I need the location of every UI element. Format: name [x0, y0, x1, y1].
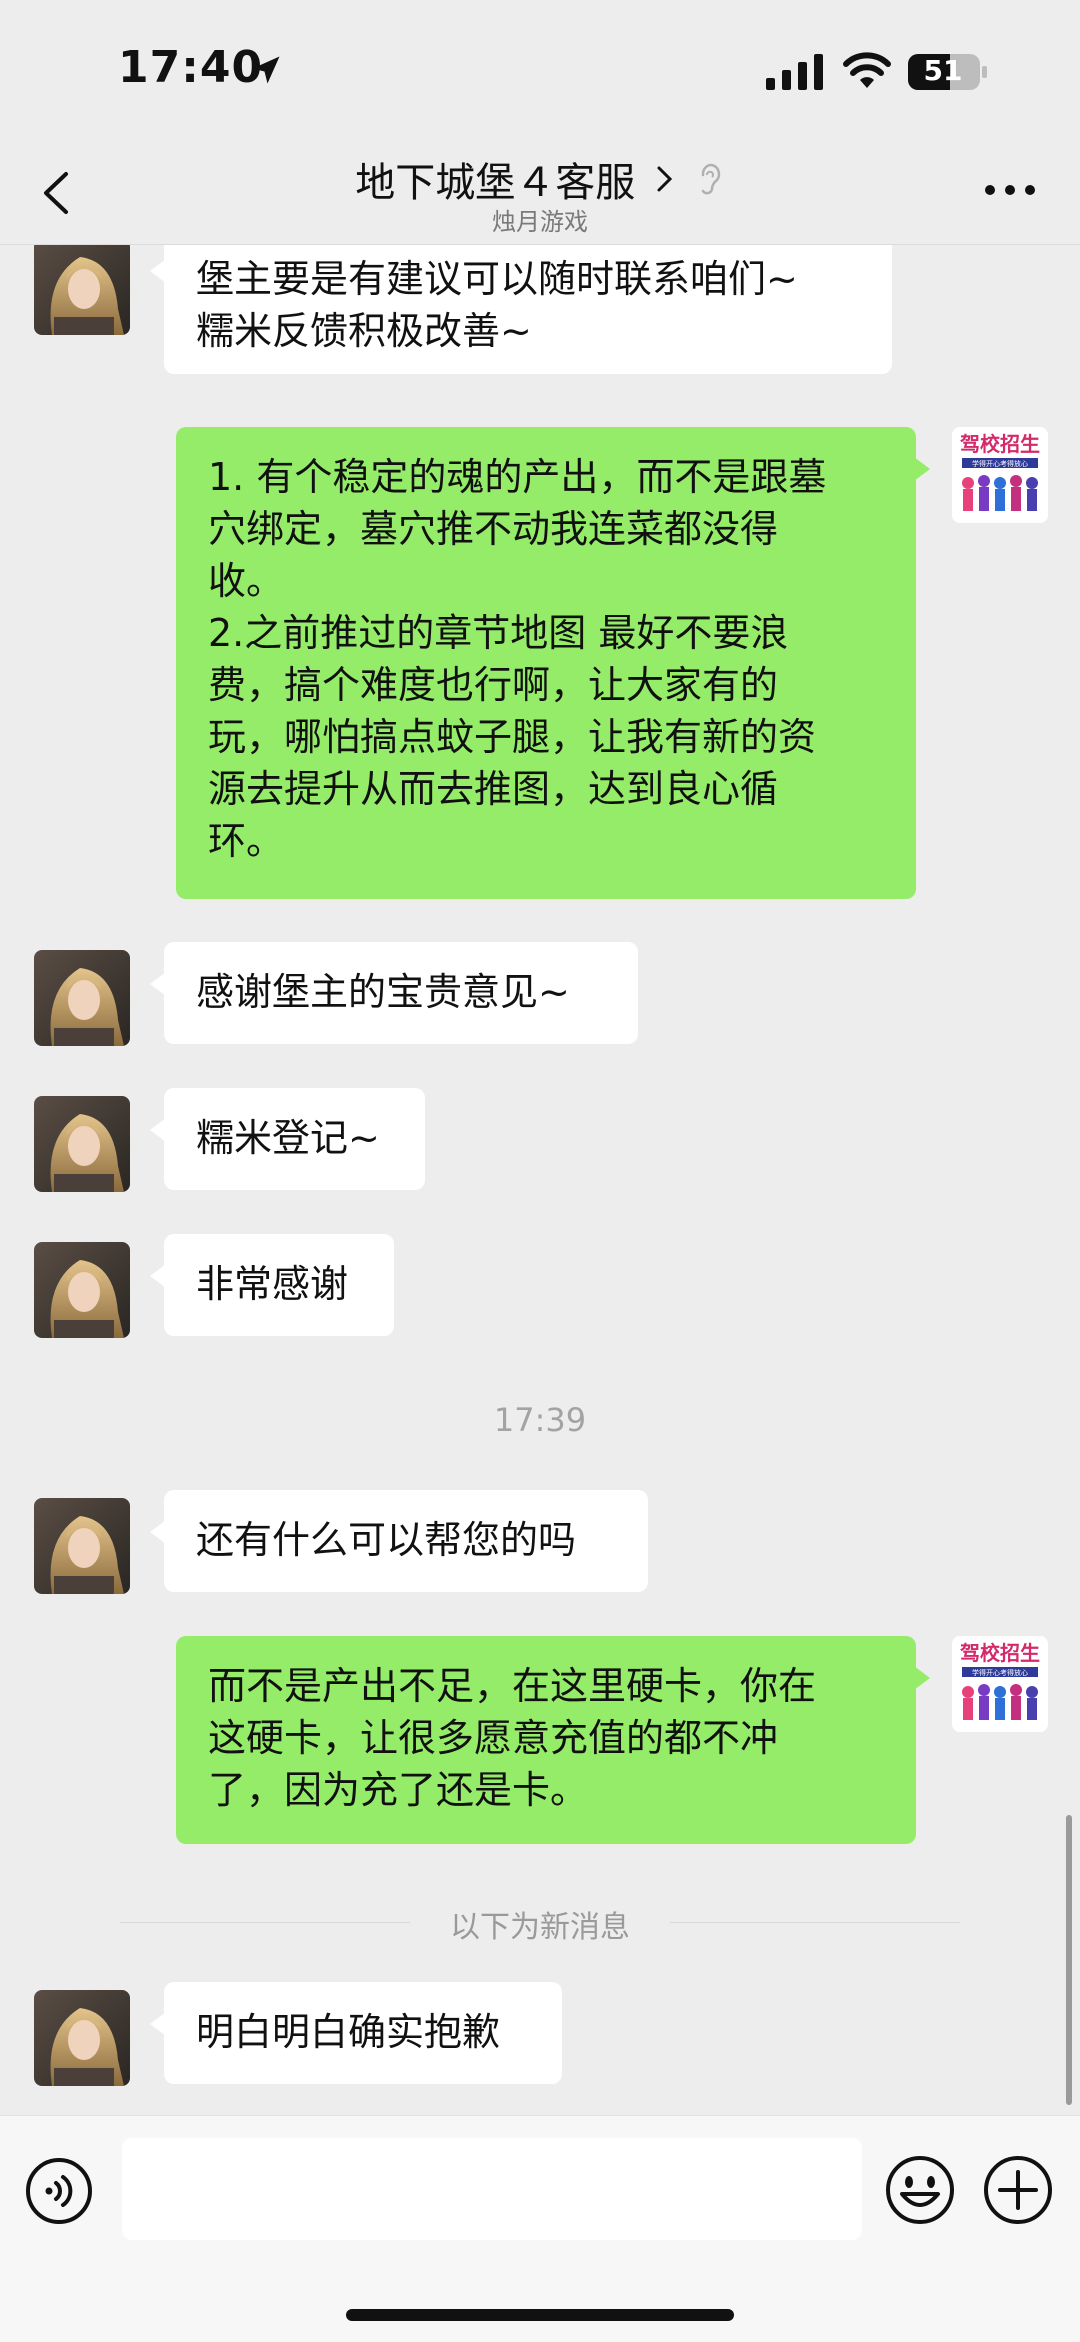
agent-avatar[interactable] — [34, 1242, 130, 1338]
divider-line-right — [670, 1922, 960, 1923]
message-line: 这硬卡，让很多愿意充值的都不冲 — [208, 1716, 779, 1760]
home-indicator[interactable] — [346, 2309, 734, 2321]
agent-avatar-image — [34, 1242, 130, 1338]
new-messages-divider: 以下为新消息 — [120, 1902, 960, 1945]
user-avatar-image: 驾校招生 学得开心考得放心 — [952, 1636, 1048, 1732]
voice-input-icon[interactable] — [24, 2156, 94, 2226]
message-line: 糯米反馈积极改善~ — [196, 309, 532, 353]
agent-avatar[interactable] — [34, 1498, 130, 1594]
message-line: 玩，哪怕搞点蚊子腿，让我有新的资 — [208, 715, 817, 759]
chat-subtitle: 烛月游戏 — [492, 208, 588, 236]
message-line: 收。 — [208, 559, 285, 603]
agent-avatar-image — [34, 245, 130, 335]
message-bubble-user[interactable]: 而不是产出不足，在这里硬卡，你在 这硬卡，让很多愿意充值的都不冲 了，因为充了还… — [176, 1636, 930, 1844]
message-line: 感谢堡主的宝贵意见~ — [196, 970, 570, 1014]
location-arrow-icon — [252, 56, 280, 84]
scrollbar[interactable] — [1066, 1815, 1072, 2105]
status-bar: 17:40 51 — [0, 0, 1080, 140]
ear-mute-icon — [701, 163, 720, 195]
message-line: 环。 — [208, 819, 285, 863]
message-line: 源去提升从而去推图，达到良心循 — [208, 767, 779, 811]
emoji-icon[interactable] — [884, 2154, 956, 2226]
avatar-logo-text: 驾校招生 — [960, 432, 1040, 456]
message-list[interactable]: 堡主要是有建议可以随时联系咱们~ 糯米反馈积极改善~ 驾校招生 学得开心考得放心… — [0, 245, 1080, 2115]
message-bubble-agent[interactable]: 堡主要是有建议可以随时联系咱们~ 糯米反馈积极改善~ — [150, 245, 892, 374]
message-bubble-agent[interactable]: 糯米登记~ — [150, 1088, 425, 1190]
message-line: 堡主要是有建议可以随时联系咱们~ — [196, 257, 798, 301]
chat-header: 地下城堡４客服 烛月游戏 — [0, 140, 1080, 245]
user-avatar[interactable]: 驾校招生 学得开心考得放心 — [952, 427, 1048, 523]
agent-avatar[interactable] — [34, 1096, 130, 1192]
message-line: 还有什么可以帮您的吗 — [196, 1518, 577, 1562]
message-bubble-agent[interactable]: 还有什么可以帮您的吗 — [150, 1490, 648, 1592]
message-line: 糯米登记~ — [196, 1116, 380, 1160]
message-line: 穴绑定，墓穴推不动我连菜都没得 — [208, 507, 779, 551]
message-line: 费，搞个难度也行啊，让大家有的 — [208, 663, 779, 707]
chevron-right-icon — [657, 166, 673, 192]
plus-icon[interactable] — [982, 2154, 1054, 2226]
message-bubble-agent[interactable]: 非常感谢 — [150, 1234, 394, 1336]
agent-avatar-image — [34, 1990, 130, 2086]
chat-title[interactable]: 地下城堡４客服 — [355, 150, 635, 208]
wifi-icon — [843, 52, 891, 88]
message-bubble-agent[interactable]: 明白明白确实抱歉 — [150, 1982, 562, 2084]
battery-level: 51 — [923, 54, 963, 87]
new-messages-label: 以下为新消息 — [450, 1910, 630, 1945]
input-bar — [0, 2115, 1080, 2342]
user-avatar-image: 驾校招生 学得开心考得放心 — [952, 427, 1048, 523]
message-bubble-user[interactable]: 1. 有个稳定的魂的产出，而不是跟墓 穴绑定，墓穴推不动我连菜都没得 收。 2.… — [176, 427, 930, 899]
chat-title-row[interactable]: 地下城堡４客服 — [0, 150, 1080, 208]
message-bubble-agent[interactable]: 感谢堡主的宝贵意见~ — [150, 942, 638, 1044]
agent-avatar-image — [34, 950, 130, 1046]
more-options-icon[interactable] — [982, 180, 1038, 200]
avatar-logo-text: 驾校招生 — [960, 1641, 1040, 1665]
status-time: 17:40 — [118, 42, 264, 93]
message-line: 2.之前推过的章节地图 最好不要浪 — [208, 611, 789, 655]
agent-avatar-image — [34, 1498, 130, 1594]
agent-avatar-image — [34, 1096, 130, 1192]
agent-avatar[interactable] — [34, 950, 130, 1046]
message-line: 而不是产出不足，在这里硬卡，你在 — [208, 1664, 817, 1708]
user-avatar[interactable]: 驾校招生 学得开心考得放心 — [952, 1636, 1048, 1732]
message-line: 了，因为充了还是卡。 — [208, 1768, 589, 1812]
message-line: 1. 有个稳定的魂的产出，而不是跟墓 — [208, 455, 827, 499]
agent-avatar[interactable] — [34, 1990, 130, 2086]
avatar-logo-subtext: 学得开心考得放心 — [972, 1668, 1028, 1677]
cellular-signal-icon — [766, 54, 823, 90]
message-input[interactable] — [122, 2138, 862, 2240]
message-line: 明白明白确实抱歉 — [196, 2010, 501, 2054]
message-line: 非常感谢 — [196, 1262, 349, 1306]
avatar-logo-subtext: 学得开心考得放心 — [972, 459, 1028, 468]
message-timestamp: 17:39 — [493, 1401, 587, 1439]
agent-avatar[interactable] — [34, 245, 130, 335]
